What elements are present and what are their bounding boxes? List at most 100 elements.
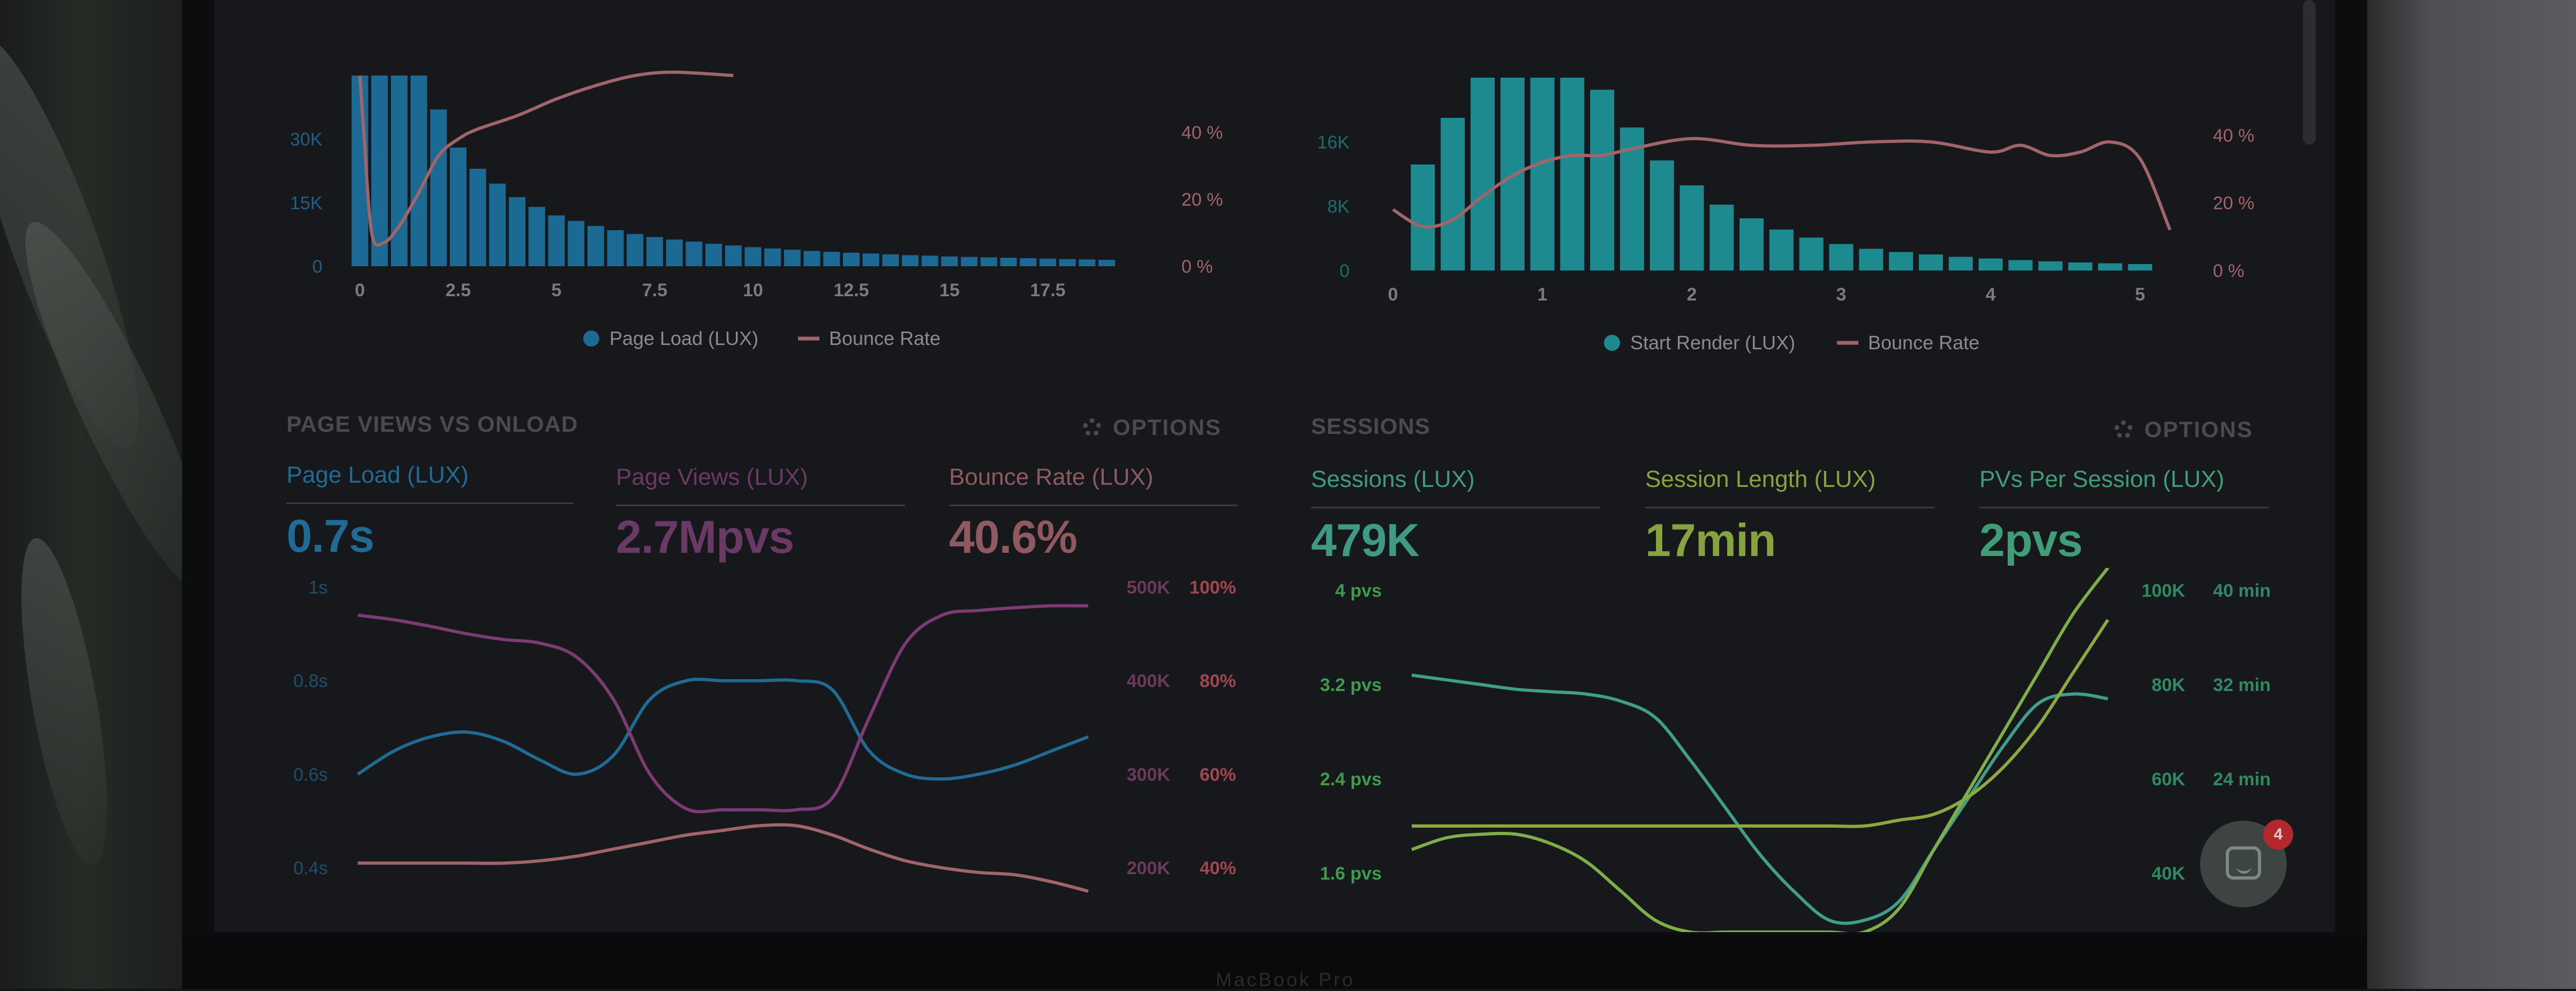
metric-label[interactable]: Session Length (LUX) bbox=[1645, 466, 1875, 493]
histogram-bar bbox=[1000, 258, 1017, 266]
x-axis-tick-label: 12.5 bbox=[833, 280, 869, 301]
options-button[interactable]: OPTIONS bbox=[1083, 415, 1222, 440]
monitor-brand: MacBook Pro bbox=[1215, 969, 1355, 990]
histogram-bar bbox=[1829, 244, 1854, 271]
y2-axis-tick-label: 500K bbox=[1127, 577, 1171, 598]
histogram-bar bbox=[725, 245, 742, 266]
histogram-bar bbox=[1590, 89, 1615, 271]
section-title-page-views-vs-onload: PAGE VIEWS VS ONLOAD bbox=[287, 411, 578, 437]
histogram-bar bbox=[764, 248, 781, 266]
y3-axis-tick-label: 24 min bbox=[2213, 769, 2271, 790]
histogram-bar bbox=[489, 183, 506, 266]
y2-axis-tick-label: 100K bbox=[2142, 581, 2186, 601]
histogram-bar bbox=[1918, 254, 1943, 271]
y-axis-tick-label: 2.4 pvs bbox=[1320, 769, 1382, 790]
gear-icon bbox=[1083, 418, 1101, 437]
sessions-chart: 1.6 pvs 2.4 pvs 3.2 pvs 4 pvs 40K 60K 80K 100K 2… bbox=[1320, 568, 2271, 932]
histogram-bar bbox=[1739, 218, 1764, 271]
page-views-vs-onload-chart: 0.4s 0.6s 0.8s 1s 200K 300K 400K 500K 40% 60% 80% 1… bbox=[293, 577, 1236, 893]
metric-label[interactable]: Page Load (LUX) bbox=[287, 462, 469, 489]
legend-marker bbox=[583, 331, 599, 347]
histogram-bar bbox=[843, 252, 860, 266]
histogram-bar bbox=[862, 253, 879, 266]
x-axis-tick-label: 5 bbox=[2135, 284, 2145, 305]
histogram-bar bbox=[2068, 262, 2092, 271]
legend-label: Page Load (LUX) bbox=[609, 327, 758, 349]
metric-value: 17min bbox=[1645, 515, 1776, 566]
histogram-bar bbox=[1889, 252, 1914, 271]
x-axis-tick-label: 4 bbox=[1986, 284, 1996, 305]
options-label: OPTIONS bbox=[2144, 417, 2254, 442]
histogram-bar bbox=[1530, 78, 1555, 271]
histogram-bar bbox=[705, 244, 722, 266]
histogram-bar bbox=[1769, 229, 1794, 271]
x-axis-tick-label: 7.5 bbox=[642, 280, 667, 301]
metric-label[interactable]: PVs Per Session (LUX) bbox=[1979, 466, 2224, 493]
x-axis-tick-label: 0 bbox=[355, 280, 365, 301]
x-axis-tick-label: 17.5 bbox=[1030, 280, 1065, 301]
y-axis-tick-label: 0.6s bbox=[293, 764, 328, 785]
y2-axis-tick-label: 20 % bbox=[1181, 190, 1223, 210]
y-axis-tick-label: 30K bbox=[290, 130, 323, 150]
y-axis-tick-label: 0.8s bbox=[293, 671, 328, 692]
histogram-bar bbox=[1948, 257, 1973, 271]
legend-label: Start Render (LUX) bbox=[1630, 332, 1795, 354]
series-line bbox=[1412, 619, 2110, 828]
metric-value: 40.6% bbox=[949, 512, 1078, 563]
x-axis-tick-label: 15 bbox=[939, 280, 960, 301]
metric-divider bbox=[1645, 507, 1934, 508]
histogram-bar bbox=[823, 252, 840, 266]
y2-axis-tick-label: 400K bbox=[1127, 671, 1171, 692]
metric-label[interactable]: Bounce Rate (LUX) bbox=[949, 464, 1154, 491]
x-axis-tick-label: 0 bbox=[1388, 284, 1398, 305]
histogram-bar bbox=[646, 237, 663, 266]
histogram-bar bbox=[902, 255, 919, 266]
y3-axis-tick-label: 100% bbox=[1189, 577, 1236, 598]
metric-label[interactable]: Sessions (LUX) bbox=[1311, 466, 1475, 493]
histogram-bar bbox=[686, 242, 703, 266]
histogram-bar bbox=[1441, 118, 1465, 271]
metric-value: 2.7Mpvs bbox=[616, 512, 794, 563]
x-axis-tick-label: 5 bbox=[552, 280, 562, 301]
options-label: OPTIONS bbox=[1113, 415, 1222, 440]
start-render-histogram: 0 8K 16K 0 % 20 % 40 % 0 1 2 3 4 5 Start Render (LUX… bbox=[1317, 78, 2255, 354]
metric-label[interactable]: Page Views (LUX) bbox=[616, 464, 808, 491]
y-axis-tick-label: 4 pvs bbox=[1335, 581, 1382, 601]
histogram-bar bbox=[469, 169, 486, 266]
metric-divider bbox=[1311, 507, 1600, 508]
page-load-histogram: 0 15K 30K 0 % 20 % 40 % 0 2.5 5 7.5 10 12.5 15 17.5 Pa… bbox=[290, 70, 1223, 349]
histogram-bar bbox=[1059, 259, 1076, 266]
series-line bbox=[357, 678, 1089, 781]
metric-value: 479K bbox=[1311, 515, 1420, 566]
histogram-bar bbox=[1040, 258, 1056, 266]
series-line bbox=[1411, 568, 2110, 932]
histogram-bar bbox=[980, 257, 997, 266]
metric-divider bbox=[949, 505, 1238, 506]
histogram-bar bbox=[1079, 259, 1096, 266]
y-axis-tick-label: 0.4s bbox=[293, 858, 328, 879]
y2-axis-tick-label: 200K bbox=[1127, 858, 1171, 879]
histogram-bar bbox=[1679, 185, 1704, 271]
histogram-bar bbox=[568, 221, 585, 266]
histogram-bar bbox=[1411, 164, 1435, 271]
gear-icon bbox=[2114, 421, 2133, 439]
histogram-bar bbox=[528, 207, 545, 266]
chat-launcher-button[interactable]: 4 bbox=[2200, 820, 2293, 907]
y2-axis-tick-label: 0 % bbox=[2213, 261, 2244, 281]
histogram-bar bbox=[1709, 205, 1734, 271]
x-axis-tick-label: 2 bbox=[1687, 284, 1697, 305]
scrollbar-thumb[interactable] bbox=[2303, 0, 2316, 145]
options-button[interactable]: OPTIONS bbox=[2114, 417, 2253, 442]
background-wall bbox=[2367, 0, 2576, 989]
metric-divider bbox=[287, 502, 573, 504]
histogram-bar bbox=[1560, 78, 1585, 271]
histogram-bar bbox=[548, 215, 565, 266]
x-axis-tick-label: 1 bbox=[1538, 284, 1548, 305]
histogram-bar bbox=[430, 109, 447, 267]
histogram-bar bbox=[587, 226, 604, 266]
histogram-bar bbox=[2128, 264, 2152, 271]
y-axis-tick-label: 15K bbox=[290, 193, 323, 213]
histogram-bar bbox=[1649, 160, 1674, 271]
legend-label: Bounce Rate bbox=[829, 327, 940, 349]
y-axis-tick-label: 1s bbox=[308, 577, 328, 598]
